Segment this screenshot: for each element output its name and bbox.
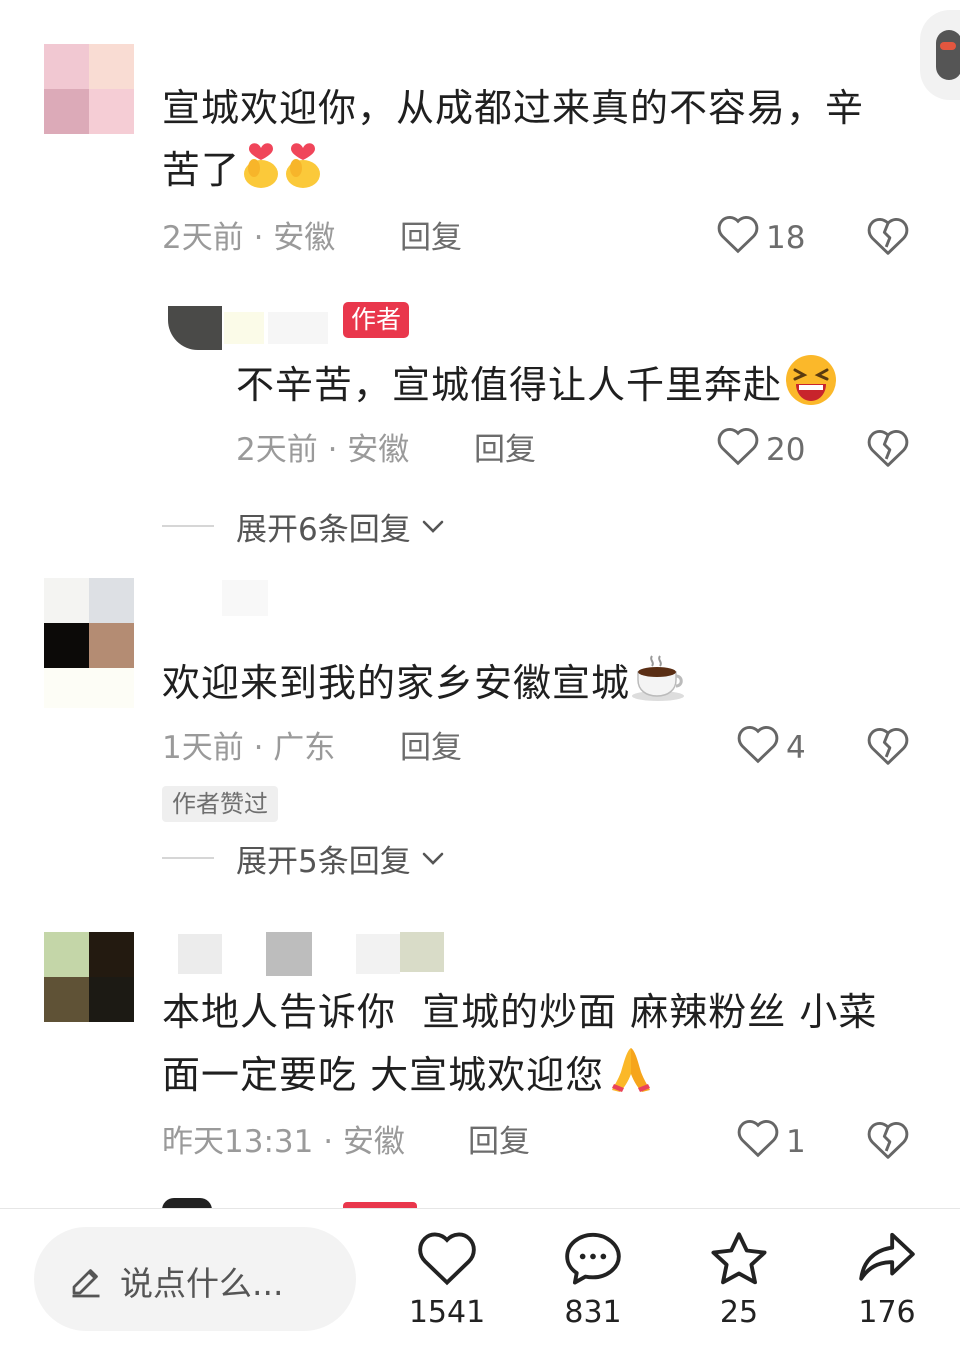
- like-count: 20: [766, 432, 806, 468]
- avatar[interactable]: [44, 44, 134, 134]
- avatar[interactable]: [168, 306, 222, 350]
- expand-label: 展开6条回复: [236, 511, 411, 548]
- like-count: 4: [786, 730, 806, 766]
- broken-heart-icon: [866, 430, 910, 472]
- coffee-cup-emoji: [630, 652, 688, 719]
- pencil-icon: [68, 1263, 104, 1303]
- comment-time: 1天前: [162, 730, 244, 766]
- bottom-action-bar: 说点什么... 1541 831 25 176: [0, 1208, 960, 1369]
- comment-text: 本地人告诉你 宣城的炒面 麻辣粉丝 小菜 面一定要吃 大宣城欢迎您: [162, 982, 922, 1113]
- favorite-button[interactable]: 25: [684, 1229, 794, 1330]
- author-badge: 作者: [343, 302, 410, 338]
- comment-text: 宣城欢迎你，从成都过来真的不容易，辛苦了: [162, 78, 902, 207]
- blurred-username: [222, 580, 268, 616]
- like-post-button[interactable]: 1541: [392, 1229, 502, 1330]
- comment-text: 欢迎来到我的家乡安徽宣城: [162, 652, 902, 719]
- blurred-username: [266, 932, 312, 976]
- comments-button[interactable]: 831: [538, 1229, 648, 1330]
- author-liked-badge: 作者赞过: [162, 786, 278, 822]
- reply-location: 安徽: [347, 432, 410, 468]
- heart-icon: [716, 426, 760, 474]
- comment-input[interactable]: 说点什么...: [34, 1227, 356, 1331]
- like-count: 18: [766, 220, 806, 256]
- chevron-down-icon: [419, 508, 447, 544]
- avatar[interactable]: [44, 932, 134, 1022]
- broken-heart-icon: [866, 728, 910, 770]
- blurred-username: [268, 312, 328, 344]
- reply-button[interactable]: 回复: [400, 218, 462, 258]
- like-count: 1: [786, 1124, 806, 1160]
- expand-label: 展开5条回复: [236, 843, 411, 880]
- comment-text-line: 本地人告诉你 宣城的炒面 麻辣粉丝 小菜: [162, 990, 878, 1034]
- comment-bubble-icon: [562, 1232, 624, 1291]
- divider: [162, 857, 214, 859]
- dislike-button[interactable]: [866, 726, 910, 770]
- dislike-button[interactable]: [866, 428, 910, 472]
- shares-count: 176: [858, 1295, 916, 1330]
- comment-meta: 1天前 · 广东: [162, 730, 336, 766]
- avatar[interactable]: [44, 578, 134, 668]
- blurred-username: [400, 932, 444, 972]
- reply-button[interactable]: 回复: [474, 430, 536, 470]
- comment-meta: 2天前 · 安徽: [162, 220, 336, 256]
- divider: [162, 525, 214, 527]
- share-arrow-icon: [856, 1232, 918, 1291]
- blurred-username: [356, 934, 400, 974]
- comment-time: 昨天13:31: [162, 1124, 314, 1160]
- broken-heart-icon: [866, 218, 910, 260]
- blurred-username: [178, 934, 222, 974]
- reply-meta: 2天前 · 安徽: [236, 432, 410, 468]
- comment-time: 2天前: [162, 220, 244, 256]
- heart-icon: [736, 724, 780, 772]
- reply-button[interactable]: 回复: [400, 728, 462, 768]
- floating-sticker-icon[interactable]: [920, 10, 960, 100]
- star-icon: [708, 1232, 770, 1291]
- blurred-username: [224, 312, 264, 344]
- dislike-button[interactable]: [866, 216, 910, 260]
- broken-heart-icon: [866, 1122, 910, 1164]
- comment-input-placeholder: 说点什么...: [120, 1264, 284, 1303]
- laughing-face-emoji: [782, 352, 840, 423]
- favorites-count: 25: [719, 1295, 759, 1330]
- chevron-down-icon: [419, 840, 447, 876]
- reply-time: 2天前: [236, 432, 318, 468]
- heart-icon: [416, 1232, 478, 1291]
- like-button[interactable]: 18: [716, 216, 805, 260]
- like-button[interactable]: 4: [736, 726, 806, 770]
- finger-heart-emoji: [240, 138, 282, 207]
- folded-hands-emoji: [604, 1042, 658, 1113]
- comment-text-line: 面一定要吃 大宣城欢迎您: [162, 1042, 922, 1113]
- comment-location: 安徽: [342, 1124, 405, 1160]
- like-button[interactable]: 1: [736, 1120, 806, 1164]
- finger-heart-emoji: [282, 138, 324, 207]
- avatar-fade: [44, 668, 134, 708]
- like-button[interactable]: 20: [716, 428, 805, 472]
- heart-icon: [716, 214, 760, 262]
- expand-replies-button[interactable]: 展开6条回复: [162, 506, 447, 548]
- reply-text: 不辛苦，宣城值得让人千里奔赴: [236, 352, 896, 423]
- heart-icon: [736, 1118, 780, 1166]
- reply-button[interactable]: 回复: [468, 1122, 530, 1162]
- comment-location: 广东: [273, 730, 336, 766]
- dislike-button[interactable]: [866, 1120, 910, 1164]
- likes-count: 1541: [408, 1295, 486, 1330]
- comments-count: 831: [564, 1295, 622, 1330]
- comment-meta: 昨天13:31 · 安徽: [162, 1124, 405, 1160]
- expand-replies-button[interactable]: 展开5条回复: [162, 838, 447, 880]
- share-button[interactable]: 176: [832, 1229, 942, 1330]
- comment-location: 安徽: [273, 220, 336, 256]
